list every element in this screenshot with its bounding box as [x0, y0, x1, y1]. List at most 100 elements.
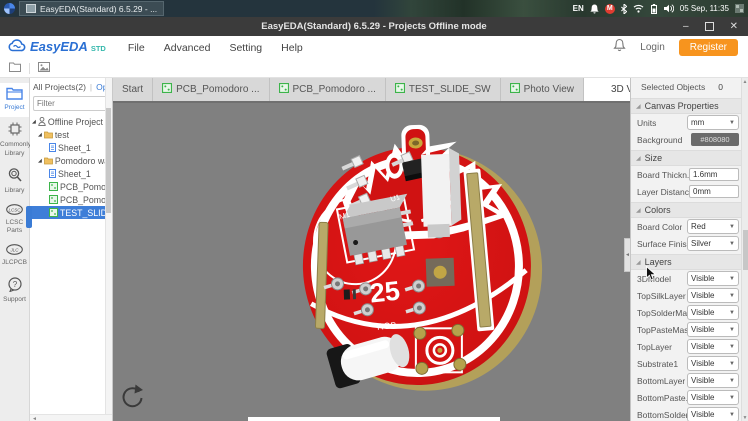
layer-visibility-select[interactable]: Visible▼	[687, 407, 739, 421]
board-color-select[interactable]: Red ▼	[687, 219, 739, 234]
tree-item-pcb[interactable]: PCB_Pomodoro	[30, 180, 112, 193]
properties-panel-scrollbar[interactable]: ▲ ▼	[741, 78, 748, 421]
layer-visibility-select[interactable]: Visible▼	[687, 305, 739, 320]
open-folder-icon[interactable]	[9, 59, 21, 77]
property-row-board-thickness: Board Thickn...	[631, 166, 741, 183]
close-button[interactable]: ✕	[730, 22, 738, 32]
svg-text:?: ?	[12, 279, 17, 288]
property-row-background: Background #808080	[631, 131, 741, 148]
rail-item-project[interactable]: Project	[0, 83, 29, 117]
rail-item-lcsc-parts[interactable]: LCSC LCSC Parts	[0, 200, 29, 240]
pcb-3d-model[interactable]: 25 M1 U1 RGB	[113, 103, 630, 421]
tree-item-sheet[interactable]: Sheet_1	[30, 167, 112, 180]
rotate-view-icon[interactable]	[120, 383, 144, 414]
section-size[interactable]: ◢ Size	[631, 150, 741, 166]
tab-test-slide-sw[interactable]: TEST_SLIDE_SW	[386, 78, 501, 101]
gmail-icon[interactable]: M	[605, 4, 615, 14]
language-indicator[interactable]: EN	[573, 4, 584, 13]
collapse-triangle-icon: ◢	[636, 259, 641, 266]
panel-collapse-handle[interactable]	[26, 206, 32, 228]
minimize-button[interactable]: –	[683, 22, 689, 32]
chevron-down-icon: ▼	[729, 120, 735, 126]
rail-item-jlcpcb[interactable]: JLC JLCPCB	[0, 240, 29, 272]
3d-viewport[interactable]: 25 M1 U1 RGB	[113, 101, 630, 421]
chevron-down-icon: ▼	[729, 361, 735, 367]
tree-item-pcb[interactable]: PCB_Pomodoro	[30, 193, 112, 206]
units-select[interactable]: mm ▼	[687, 115, 739, 130]
register-button[interactable]: Register	[679, 39, 738, 56]
layer-visibility-select[interactable]: Visible▼	[687, 288, 739, 303]
chevron-down-icon: ▼	[729, 344, 735, 350]
layer-visibility-select[interactable]: Visible▼	[687, 271, 739, 286]
os-taskbar: EasyEDA(Standard) 6.5.29 - ... EN M 05 S…	[0, 0, 748, 17]
rail-item-library[interactable]: Library	[0, 163, 29, 200]
tab-photo-view[interactable]: Photo View	[501, 78, 584, 101]
svg-text:RGB: RGB	[377, 320, 397, 332]
clock[interactable]: 05 Sep, 11:35	[680, 4, 729, 13]
scroll-up-arrow-icon[interactable]: ▲	[743, 79, 748, 85]
pcb-tab-icon	[279, 83, 289, 96]
folder-icon	[44, 131, 53, 139]
tree-item-sheet[interactable]: Sheet_1	[30, 141, 112, 154]
properties-panel: ◄ Selected Objects 0 ◢ Canvas Properties…	[630, 78, 748, 421]
scroll-left-arrow-icon[interactable]: ◄	[32, 416, 37, 421]
tree-item-pomodoro-watch[interactable]: ◢ Pomodoro watch	[30, 154, 112, 167]
section-colors[interactable]: ◢ Colors	[631, 202, 741, 218]
layer-row-bottompastemask: BottomPaste... Visible▼	[631, 389, 741, 406]
battery-icon[interactable]	[650, 4, 658, 14]
background-color-swatch[interactable]: #808080	[691, 133, 739, 146]
app-launcher-icon[interactable]	[4, 3, 15, 14]
caret-icon[interactable]: ◢	[32, 119, 36, 125]
caret-icon[interactable]: ◢	[38, 158, 42, 164]
section-canvas-properties[interactable]: ◢ Canvas Properties	[631, 98, 741, 114]
notification-bell-icon[interactable]	[590, 4, 599, 14]
logo-text: EasyEDA	[30, 39, 88, 54]
notifications-bell-icon[interactable]	[613, 38, 626, 57]
bluetooth-icon[interactable]	[621, 4, 627, 14]
menu-setting[interactable]: Setting	[229, 42, 262, 54]
tab-pcb-pomodoro-1[interactable]: PCB_Pomodoro ...	[153, 78, 269, 101]
layer-visibility-select[interactable]: Visible▼	[687, 356, 739, 371]
tab-pcb-pomodoro-2[interactable]: PCB_Pomodoro ...	[270, 78, 386, 101]
tree-item-offline-project[interactable]: ◢ Offline Project	[30, 115, 112, 128]
filter-input[interactable]	[33, 96, 107, 111]
menu-file[interactable]: File	[128, 42, 145, 54]
wifi-icon[interactable]	[633, 4, 644, 13]
caret-icon[interactable]: ◢	[38, 132, 42, 138]
layer-row-topsilklayer: TopSilkLayer Visible▼	[631, 287, 741, 304]
left-rail: Project Commonly Library Library LCSC LC…	[0, 78, 30, 421]
property-row-board-color: Board Color Red ▼	[631, 218, 741, 235]
layer-visibility-select[interactable]: Visible▼	[687, 339, 739, 354]
tree-item-test[interactable]: ◢ test	[30, 128, 112, 141]
taskbar-window-button[interactable]: EasyEDA(Standard) 6.5.29 - ...	[19, 1, 164, 16]
rail-item-support[interactable]: ? Support	[0, 273, 29, 309]
workspace-icon[interactable]	[735, 4, 744, 13]
easyeda-logo[interactable]: EasyEDA STD	[8, 39, 106, 57]
pcb-icon	[49, 208, 58, 217]
chevron-down-icon: ▼	[729, 241, 735, 247]
all-projects-label[interactable]: All Projects(2)	[33, 82, 86, 92]
rail-item-commonly-library[interactable]: Commonly Library	[0, 117, 29, 162]
project-panel-hscrollbar[interactable]: ◄	[30, 414, 112, 421]
scroll-down-arrow-icon[interactable]: ▼	[743, 415, 748, 421]
collapse-triangle-icon: ◢	[636, 207, 641, 214]
menu-bar: EasyEDA STD File Advanced Setting Help L…	[0, 36, 748, 59]
panel-collapse-arrow[interactable]: ◄	[624, 238, 631, 272]
board-thickness-input[interactable]	[689, 168, 739, 181]
layer-distance-input[interactable]	[689, 185, 739, 198]
layer-visibility-select[interactable]: Visible▼	[687, 390, 739, 405]
export-image-icon[interactable]	[38, 59, 50, 77]
menu-help[interactable]: Help	[281, 42, 303, 54]
project-panel-vscrollbar[interactable]	[105, 78, 112, 414]
maximize-button[interactable]	[705, 22, 714, 31]
login-link[interactable]: Login	[640, 42, 664, 53]
surface-finish-select[interactable]: Silver ▼	[687, 236, 739, 251]
layer-visibility-select[interactable]: Visible▼	[687, 373, 739, 388]
tab-start[interactable]: Start	[113, 78, 153, 101]
menu-advanced[interactable]: Advanced	[164, 42, 211, 54]
chevron-down-icon: ▼	[729, 327, 735, 333]
layer-visibility-select[interactable]: Visible▼	[687, 322, 739, 337]
volume-icon[interactable]	[664, 4, 674, 13]
tree-item-test-slide-sw[interactable]: TEST_SLIDE_SW	[30, 206, 112, 219]
section-layers[interactable]: ◢ Layers	[631, 254, 741, 270]
